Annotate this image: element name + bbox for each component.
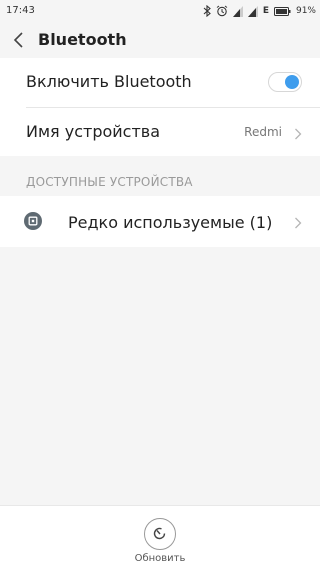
device-name-label: Имя устройства xyxy=(26,122,161,141)
refresh-button[interactable] xyxy=(144,518,176,550)
alarm-icon xyxy=(216,5,228,17)
status-time: 17:43 xyxy=(6,5,35,16)
network-type: E xyxy=(262,6,269,16)
enable-bluetooth-row[interactable]: Включить Bluetooth xyxy=(0,58,320,107)
bluetooth-icon xyxy=(203,5,211,17)
toggle-knob xyxy=(285,75,299,89)
device-name-value: Redmi xyxy=(244,125,282,139)
chevron-right-icon xyxy=(294,214,302,233)
bottom-bar: Обновить xyxy=(0,505,320,570)
header: Bluetooth xyxy=(0,22,320,58)
device-icon xyxy=(24,212,42,230)
status-icons: E 91% xyxy=(203,4,316,18)
available-devices-title: ДОСТУПНЫЕ УСТРОЙСТВА xyxy=(26,175,193,189)
status-bar: 17:43 E 91% xyxy=(0,0,320,22)
back-arrow-icon[interactable] xyxy=(8,28,32,52)
signal-icon-1 xyxy=(232,5,243,17)
battery-percent: 91% xyxy=(295,6,316,16)
settings-card: Включить Bluetooth Имя устройства Redmi xyxy=(0,58,320,156)
bluetooth-toggle[interactable] xyxy=(268,72,302,92)
rarely-used-row[interactable]: Редко используемые (1) xyxy=(0,196,320,247)
page-title: Bluetooth xyxy=(38,30,127,49)
refresh-icon xyxy=(153,527,166,540)
chevron-right-icon xyxy=(294,125,302,144)
signal-icon-2 xyxy=(247,5,258,17)
refresh-label: Обновить xyxy=(134,553,186,564)
battery-icon xyxy=(273,6,291,16)
rarely-used-label: Редко используемые (1) xyxy=(68,213,273,232)
device-name-row[interactable]: Имя устройства Redmi xyxy=(0,108,320,157)
enable-bluetooth-label: Включить Bluetooth xyxy=(26,72,192,91)
